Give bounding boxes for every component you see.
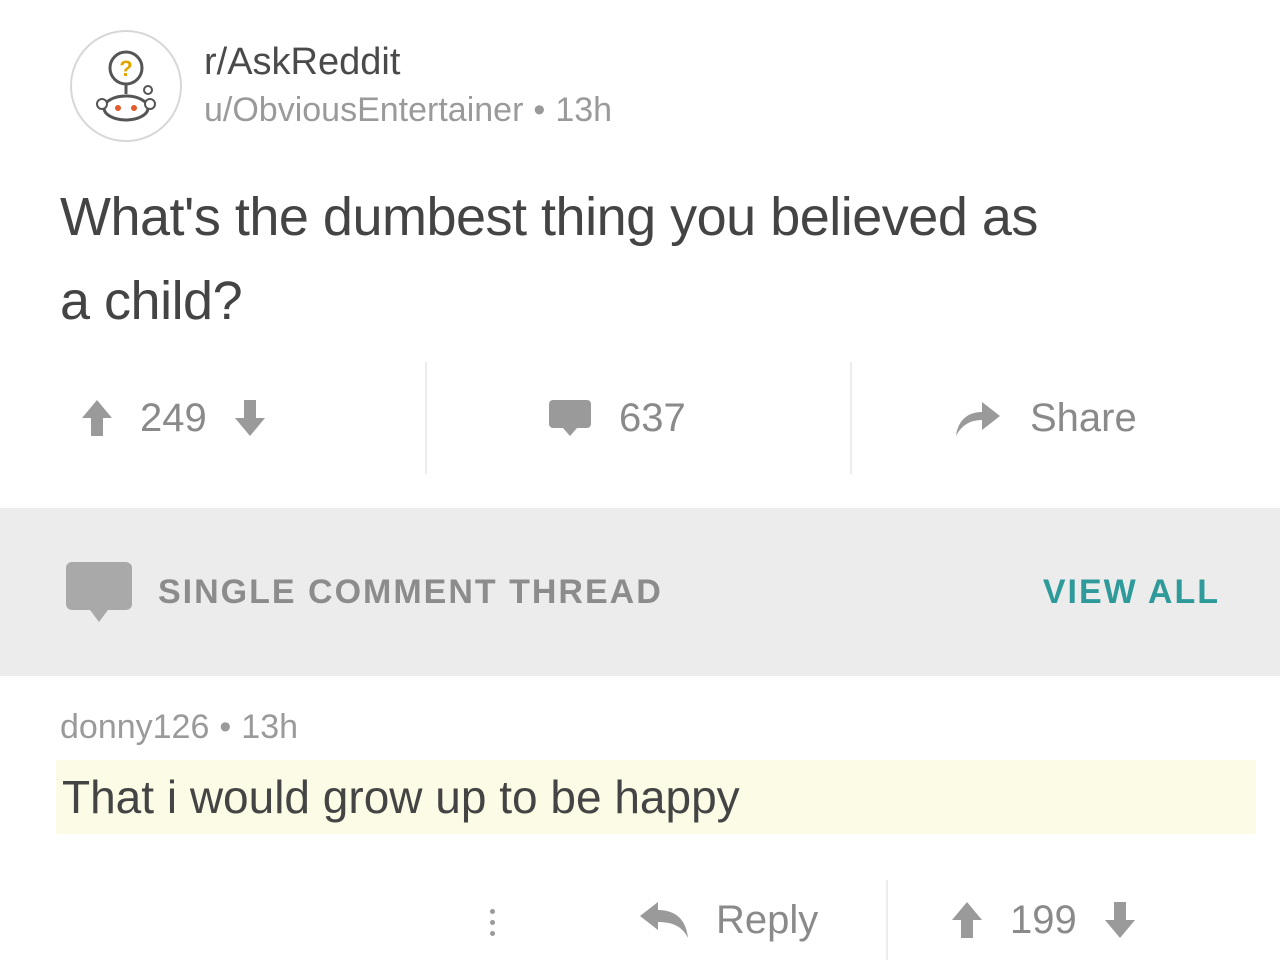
share-arrow-icon — [952, 396, 1004, 440]
comment-bubble-icon — [547, 398, 593, 438]
post-meta: r/AskReddit u/ObviousEntertainer • 13h — [204, 40, 612, 132]
more-dots-icon[interactable] — [480, 892, 504, 952]
single-comment-thread-banner: SINGLE COMMENT THREAD VIEW ALL — [0, 508, 1280, 676]
comment-vote-count: 199 — [1010, 897, 1077, 942]
askreddit-snoo-icon[interactable]: ? — [70, 30, 182, 142]
post-share-button[interactable]: Share — [850, 362, 1280, 474]
comment-separator: • — [219, 708, 232, 746]
post-vote-count: 249 — [140, 395, 207, 440]
thread-label: SINGLE COMMENT THREAD — [158, 572, 663, 611]
meta-separator: • — [533, 91, 546, 129]
comment-age: 13h — [241, 708, 299, 746]
post-author-line: u/ObviousEntertainer • 13h — [204, 88, 612, 132]
share-label: Share — [1030, 395, 1137, 440]
reply-button[interactable]: Reply — [638, 890, 818, 950]
post-page: ? r/AskReddit u/ObviousEntertainer • 13h W… — [0, 0, 1280, 960]
post-age: 13h — [555, 91, 613, 129]
comment-author[interactable]: donny126 — [60, 708, 209, 746]
view-all-link[interactable]: VIEW ALL — [1043, 573, 1220, 612]
comment-bubble-icon — [64, 560, 134, 624]
post-comments-button[interactable]: 637 — [425, 362, 850, 474]
upvote-arrow-icon[interactable] — [80, 398, 114, 438]
reply-label: Reply — [716, 897, 819, 942]
post-action-bar: 249 637 Share — [0, 362, 1280, 474]
reply-arrow-icon — [638, 900, 690, 940]
svg-text:?: ? — [119, 56, 132, 81]
comment-actions-divider — [886, 880, 888, 960]
comment-vote-group: 199 — [950, 890, 1137, 950]
comment-body: That i would grow up to be happy — [56, 760, 1256, 834]
downvote-arrow-icon[interactable] — [1103, 900, 1137, 940]
upvote-arrow-icon[interactable] — [950, 900, 984, 940]
downvote-arrow-icon[interactable] — [233, 398, 267, 438]
post-header: ? r/AskReddit u/ObviousEntertainer • 13h — [70, 30, 612, 142]
subreddit-name[interactable]: r/AskReddit — [204, 40, 612, 84]
post-title[interactable]: What's the dumbest thing you believed as… — [60, 175, 1060, 343]
post-vote-group: 249 — [0, 362, 425, 474]
comment-meta: donny126 • 13h — [60, 708, 298, 747]
post-comment-count: 637 — [619, 395, 686, 440]
comment-actions: Reply 199 — [0, 880, 1280, 960]
post-author[interactable]: u/ObviousEntertainer — [204, 91, 523, 129]
